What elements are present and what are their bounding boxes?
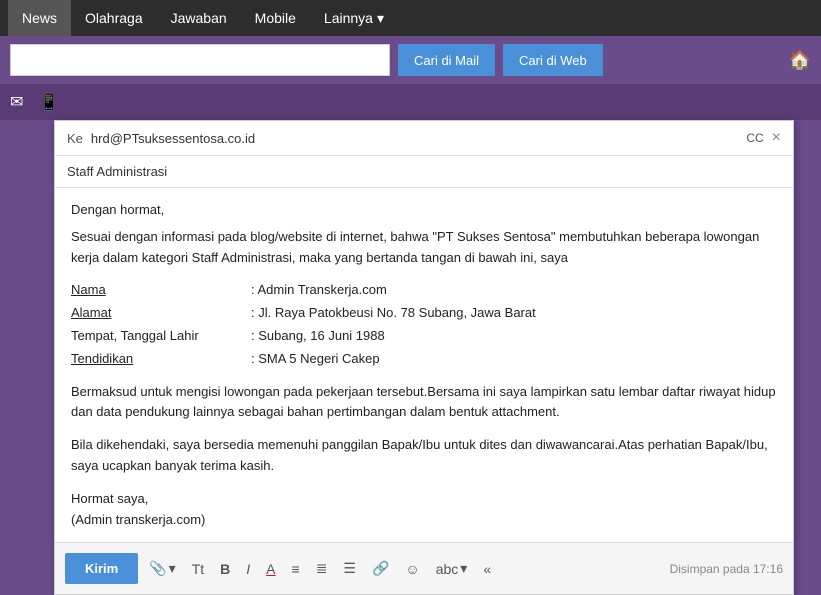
field-value-nama: : Admin Transkerja.com bbox=[251, 280, 777, 301]
more-button[interactable]: « bbox=[478, 557, 496, 581]
send-button[interactable]: Kirim bbox=[65, 553, 138, 584]
mobile-icon[interactable]: 📱 bbox=[39, 92, 59, 112]
paragraph1: Bermaksud untuk mengisi lowongan pada pe… bbox=[71, 382, 777, 424]
nav-label-news: News bbox=[22, 10, 57, 26]
field-label-alamat: Alamat bbox=[71, 303, 251, 324]
field-pendidikan: Tendidikan : SMA 5 Negeri Cakep bbox=[71, 349, 777, 370]
top-nav: News Olahraga Jawaban Mobile Lainnya ▾ bbox=[0, 0, 821, 36]
field-label-nama: Nama bbox=[71, 280, 251, 301]
search-mail-label: Cari di Mail bbox=[414, 53, 479, 68]
nav-item-olahraga[interactable]: Olahraga bbox=[71, 0, 157, 36]
nav-label-lainnya: Lainnya bbox=[324, 10, 373, 26]
align-icon: ☰ bbox=[343, 560, 356, 577]
search-mail-button[interactable]: Cari di Mail bbox=[398, 44, 495, 76]
nav-item-lainnya[interactable]: Lainnya ▾ bbox=[310, 0, 398, 36]
cc-label[interactable]: CC bbox=[746, 131, 763, 145]
to-label: Ke bbox=[67, 131, 83, 146]
email-body: Dengan hormat, Sesuai dengan informasi p… bbox=[55, 188, 793, 542]
field-value-pendidikan: : SMA 5 Negeri Cakep bbox=[251, 349, 777, 370]
send-label: Kirim bbox=[85, 561, 118, 576]
spelling-icon: abc bbox=[436, 561, 459, 577]
attachment-chevron-icon: ▾ bbox=[169, 560, 176, 577]
email-toolbar: Kirim 📎 ▾ Tt B I A ≡ ≣ ☰ 🔗 bbox=[55, 542, 793, 594]
field-value-alamat: : Jl. Raya Patokbeusi No. 78 Subang, Jaw… bbox=[251, 303, 777, 324]
search-web-button[interactable]: Cari di Web bbox=[503, 44, 603, 76]
bold-icon: B bbox=[220, 561, 230, 577]
nav-item-mobile[interactable]: Mobile bbox=[241, 0, 310, 36]
field-nama: Nama : Admin Transkerja.com bbox=[71, 280, 777, 301]
saved-status: Disimpan pada 17:16 bbox=[670, 562, 783, 576]
intro-text: Sesuai dengan informasi pada blog/websit… bbox=[71, 227, 777, 269]
text-size-button[interactable]: Tt bbox=[187, 557, 209, 581]
font-color-icon: A bbox=[266, 561, 275, 577]
more-icon: « bbox=[483, 561, 491, 577]
chevron-down-icon: ▾ bbox=[377, 10, 384, 27]
search-input[interactable] bbox=[10, 44, 390, 76]
nav-label-jawaban: Jawaban bbox=[171, 10, 227, 26]
icon-bar: ✉ 📱 bbox=[0, 84, 821, 120]
close-icon[interactable]: × bbox=[772, 129, 781, 147]
field-ttl: Tempat, Tanggal Lahir : Subang, 16 Juni … bbox=[71, 326, 777, 347]
font-color-button[interactable]: A bbox=[261, 557, 280, 581]
field-value-ttl: : Subang, 16 Juni 1988 bbox=[251, 326, 777, 347]
to-value: hrd@PTsuksessentosa.co.id bbox=[91, 131, 746, 146]
list-button[interactable]: ≡ bbox=[287, 557, 305, 581]
italic-icon: I bbox=[246, 561, 250, 577]
list-icon: ≡ bbox=[292, 561, 300, 577]
nav-item-news[interactable]: News bbox=[8, 0, 71, 36]
nav-label-mobile: Mobile bbox=[255, 10, 296, 26]
italic-button[interactable]: I bbox=[241, 557, 255, 581]
link-icon: 🔗 bbox=[372, 560, 389, 577]
attachment-icon: 📎 bbox=[149, 560, 166, 577]
email-compose: Ke hrd@PTsuksessentosa.co.id CC × Staff … bbox=[54, 120, 794, 595]
closing-text: Hormat saya, bbox=[71, 489, 777, 510]
bold-button[interactable]: B bbox=[215, 557, 235, 581]
greeting-text: Dengan hormat, bbox=[71, 200, 777, 221]
field-label-ttl: Tempat, Tanggal Lahir bbox=[71, 326, 251, 347]
home-icon[interactable]: 🏠 bbox=[789, 50, 811, 71]
subject-text: Staff Administrasi bbox=[67, 164, 167, 179]
spelling-chevron-icon: ▾ bbox=[460, 560, 467, 577]
nav-item-jawaban[interactable]: Jawaban bbox=[157, 0, 241, 36]
emoji-button[interactable]: ☺ bbox=[400, 557, 424, 581]
text-size-icon: Tt bbox=[192, 561, 204, 577]
field-label-pendidikan: Tendidikan bbox=[71, 349, 251, 370]
field-alamat: Alamat : Jl. Raya Patokbeusi No. 78 Suba… bbox=[71, 303, 777, 324]
indent-icon: ≣ bbox=[316, 560, 328, 577]
email-to-row: Ke hrd@PTsuksessentosa.co.id CC × bbox=[55, 121, 793, 156]
signature-text: (Admin transkerja.com) bbox=[71, 510, 777, 531]
search-bar: Cari di Mail Cari di Web 🏠 bbox=[0, 36, 821, 84]
search-web-label: Cari di Web bbox=[519, 53, 587, 68]
emoji-icon: ☺ bbox=[405, 561, 419, 577]
nav-label-olahraga: Olahraga bbox=[85, 10, 143, 26]
mail-icon[interactable]: ✉ bbox=[10, 92, 23, 112]
email-subject: Staff Administrasi bbox=[55, 156, 793, 188]
paragraph2: Bila dikehendaki, saya bersedia memenuhi… bbox=[71, 435, 777, 477]
